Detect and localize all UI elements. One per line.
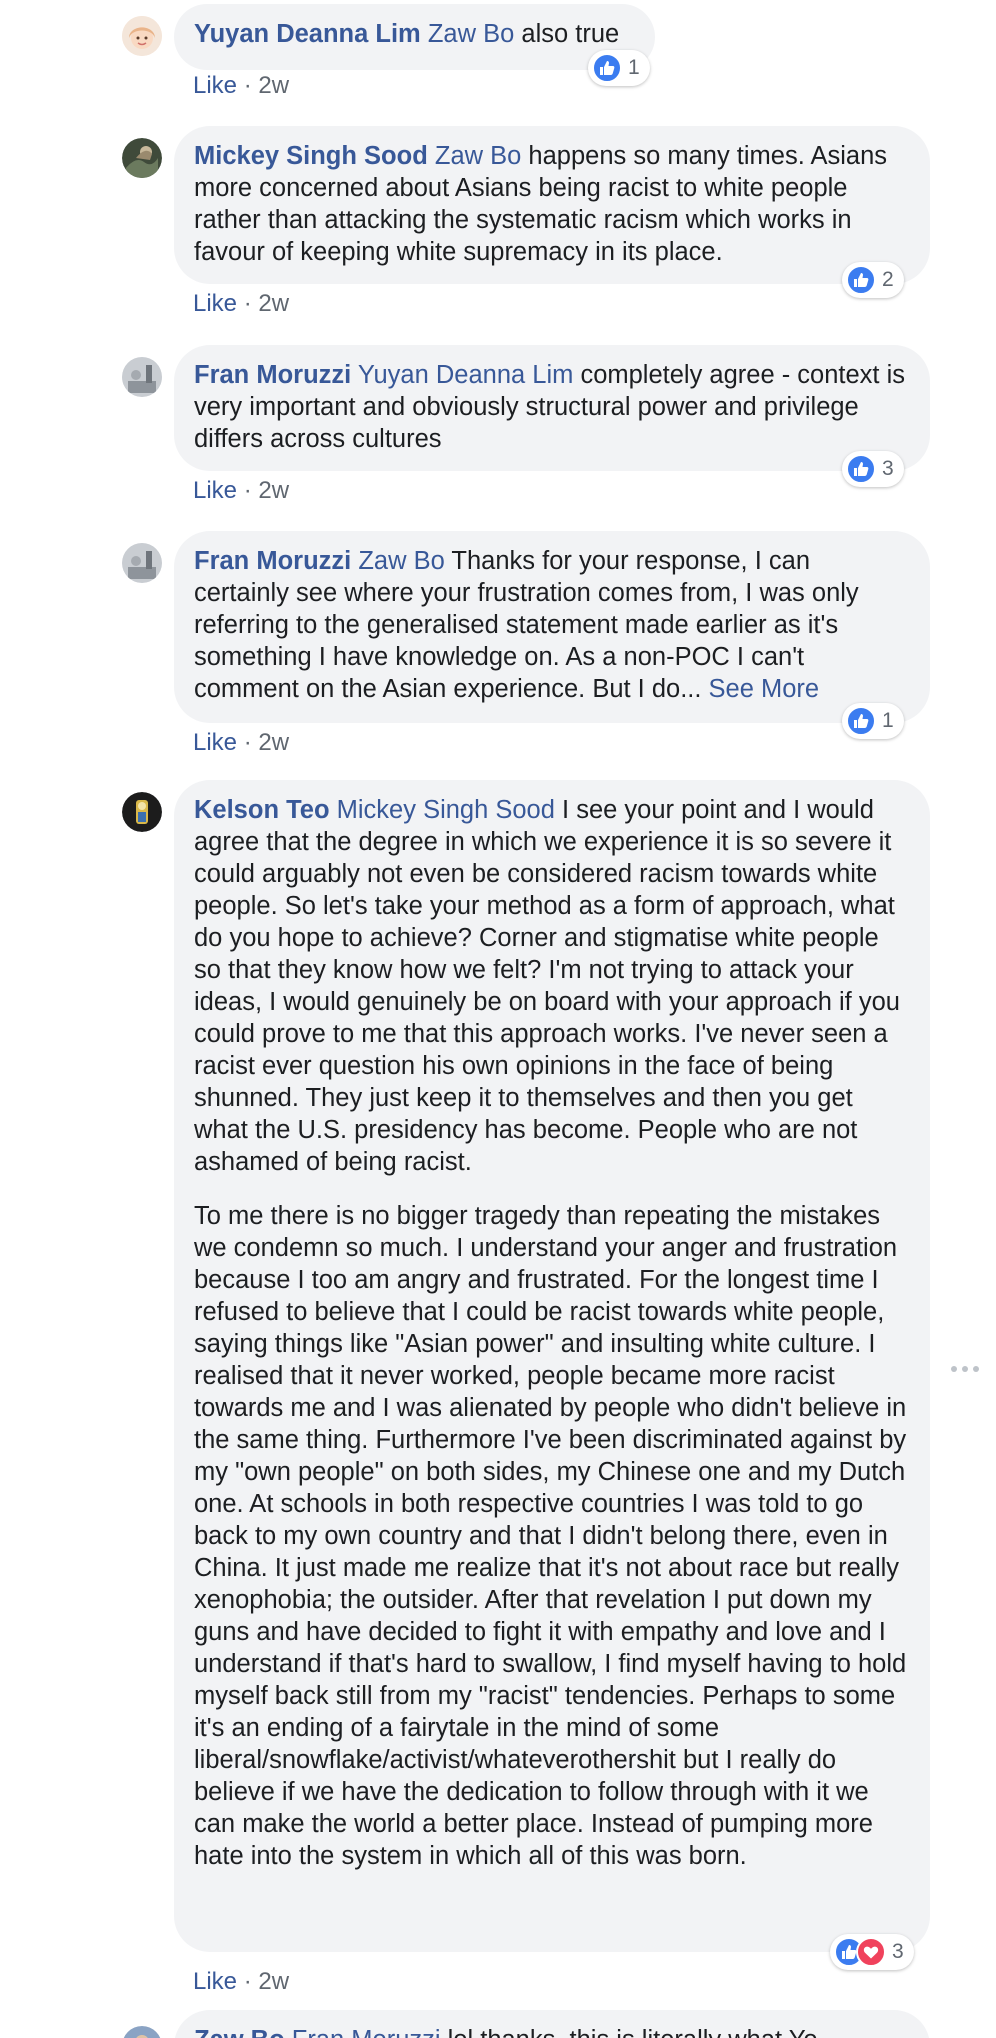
comment-bubble: Yuyan Deanna Lim Zaw Bo also true [174, 4, 655, 70]
comment-time[interactable]: 2w [258, 1968, 289, 1995]
see-more-link[interactable]: See More [709, 675, 820, 703]
like-link[interactable]: Like [193, 72, 237, 99]
comment-text: I see your point and I would agree that … [194, 796, 900, 1176]
avatar[interactable] [122, 357, 162, 397]
comment-time[interactable]: 2w [258, 729, 289, 756]
comment-meta: Like · 2w [193, 477, 289, 505]
like-link[interactable]: Like [193, 477, 237, 504]
more-options-icon[interactable] [951, 1366, 979, 1372]
comment-text-paragraph: To me there is no bigger tragedy than re… [194, 1202, 907, 1870]
reaction-summary[interactable]: 3 [842, 451, 904, 487]
comment-mention[interactable]: Fran Moruzzi [292, 2026, 441, 2038]
comment-author[interactable]: Mickey Singh Sood [194, 142, 428, 170]
comment-mention[interactable]: Zaw Bo [435, 142, 521, 170]
avatar[interactable] [122, 16, 162, 56]
meta-separator: · [237, 290, 259, 317]
reaction-count: 3 [882, 457, 894, 480]
like-link[interactable]: Like [193, 290, 237, 317]
comment-bubble: Fran Moruzzi Yuyan Deanna Lim completely… [174, 345, 930, 471]
meta-separator: · [237, 72, 259, 99]
comment-text: also true [514, 20, 620, 48]
reaction-count: 1 [882, 709, 894, 732]
like-link[interactable]: Like [193, 729, 237, 756]
comment-bubble: Kelson Teo Mickey Singh Sood I see your … [174, 780, 930, 1952]
comment-time[interactable]: 2w [258, 477, 289, 504]
thumbs-up-icon [592, 53, 622, 83]
dot [973, 1366, 979, 1372]
reaction-summary[interactable]: 3 [830, 1934, 914, 1970]
comment-mention[interactable]: Zaw Bo [358, 547, 444, 575]
comment-author[interactable]: Yuyan Deanna Lim [194, 20, 421, 48]
comment-meta: Like · 2w [193, 729, 289, 757]
heart-icon [856, 1937, 886, 1967]
meta-separator: · [237, 477, 259, 504]
comment-bubble: Zaw Bo Fran Moruzzi lol thanks, this is … [174, 2010, 930, 2038]
avatar[interactable] [122, 543, 162, 583]
like-link[interactable]: Like [193, 1968, 237, 1995]
comment-bubble: Mickey Singh Sood Zaw Bo happens so many… [174, 126, 930, 284]
comment-author[interactable]: Kelson Teo [194, 796, 330, 824]
meta-separator: · [237, 729, 259, 756]
reaction-summary[interactable]: 2 [842, 262, 904, 298]
avatar[interactable] [122, 792, 162, 832]
reaction-summary[interactable]: 1 [842, 703, 904, 739]
comment-meta: Like · 2w [193, 1968, 289, 1996]
comment-text: lol thanks, this is literally what Yo [441, 2026, 818, 2038]
avatar[interactable] [122, 2026, 162, 2038]
thumbs-up-icon [846, 265, 876, 295]
comment-mention[interactable]: Zaw Bo [428, 20, 514, 48]
reaction-count: 3 [892, 1940, 904, 1963]
comment-author[interactable]: Zaw Bo [194, 2026, 285, 2038]
comment-mention[interactable]: Mickey Singh Sood [337, 796, 555, 824]
comment-meta: Like · 2w [193, 72, 289, 100]
comment-meta: Like · 2w [193, 290, 289, 318]
thumbs-up-icon [846, 706, 876, 736]
comment-mention[interactable]: Yuyan Deanna Lim [358, 361, 573, 389]
reaction-count: 2 [882, 268, 894, 291]
dot [962, 1366, 968, 1372]
comment-time[interactable]: 2w [258, 290, 289, 317]
comment-author[interactable]: Fran Moruzzi [194, 361, 351, 389]
thumbs-up-icon [846, 454, 876, 484]
comment-bubble: Fran Moruzzi Zaw Bo Thanks for your resp… [174, 531, 930, 723]
reaction-summary[interactable]: 1 [588, 50, 650, 86]
meta-separator: · [237, 1968, 259, 1995]
comment-time[interactable]: 2w [258, 72, 289, 99]
comment-author[interactable]: Fran Moruzzi [194, 547, 351, 575]
reaction-count: 1 [628, 56, 640, 79]
avatar[interactable] [122, 138, 162, 178]
dot [951, 1366, 957, 1372]
